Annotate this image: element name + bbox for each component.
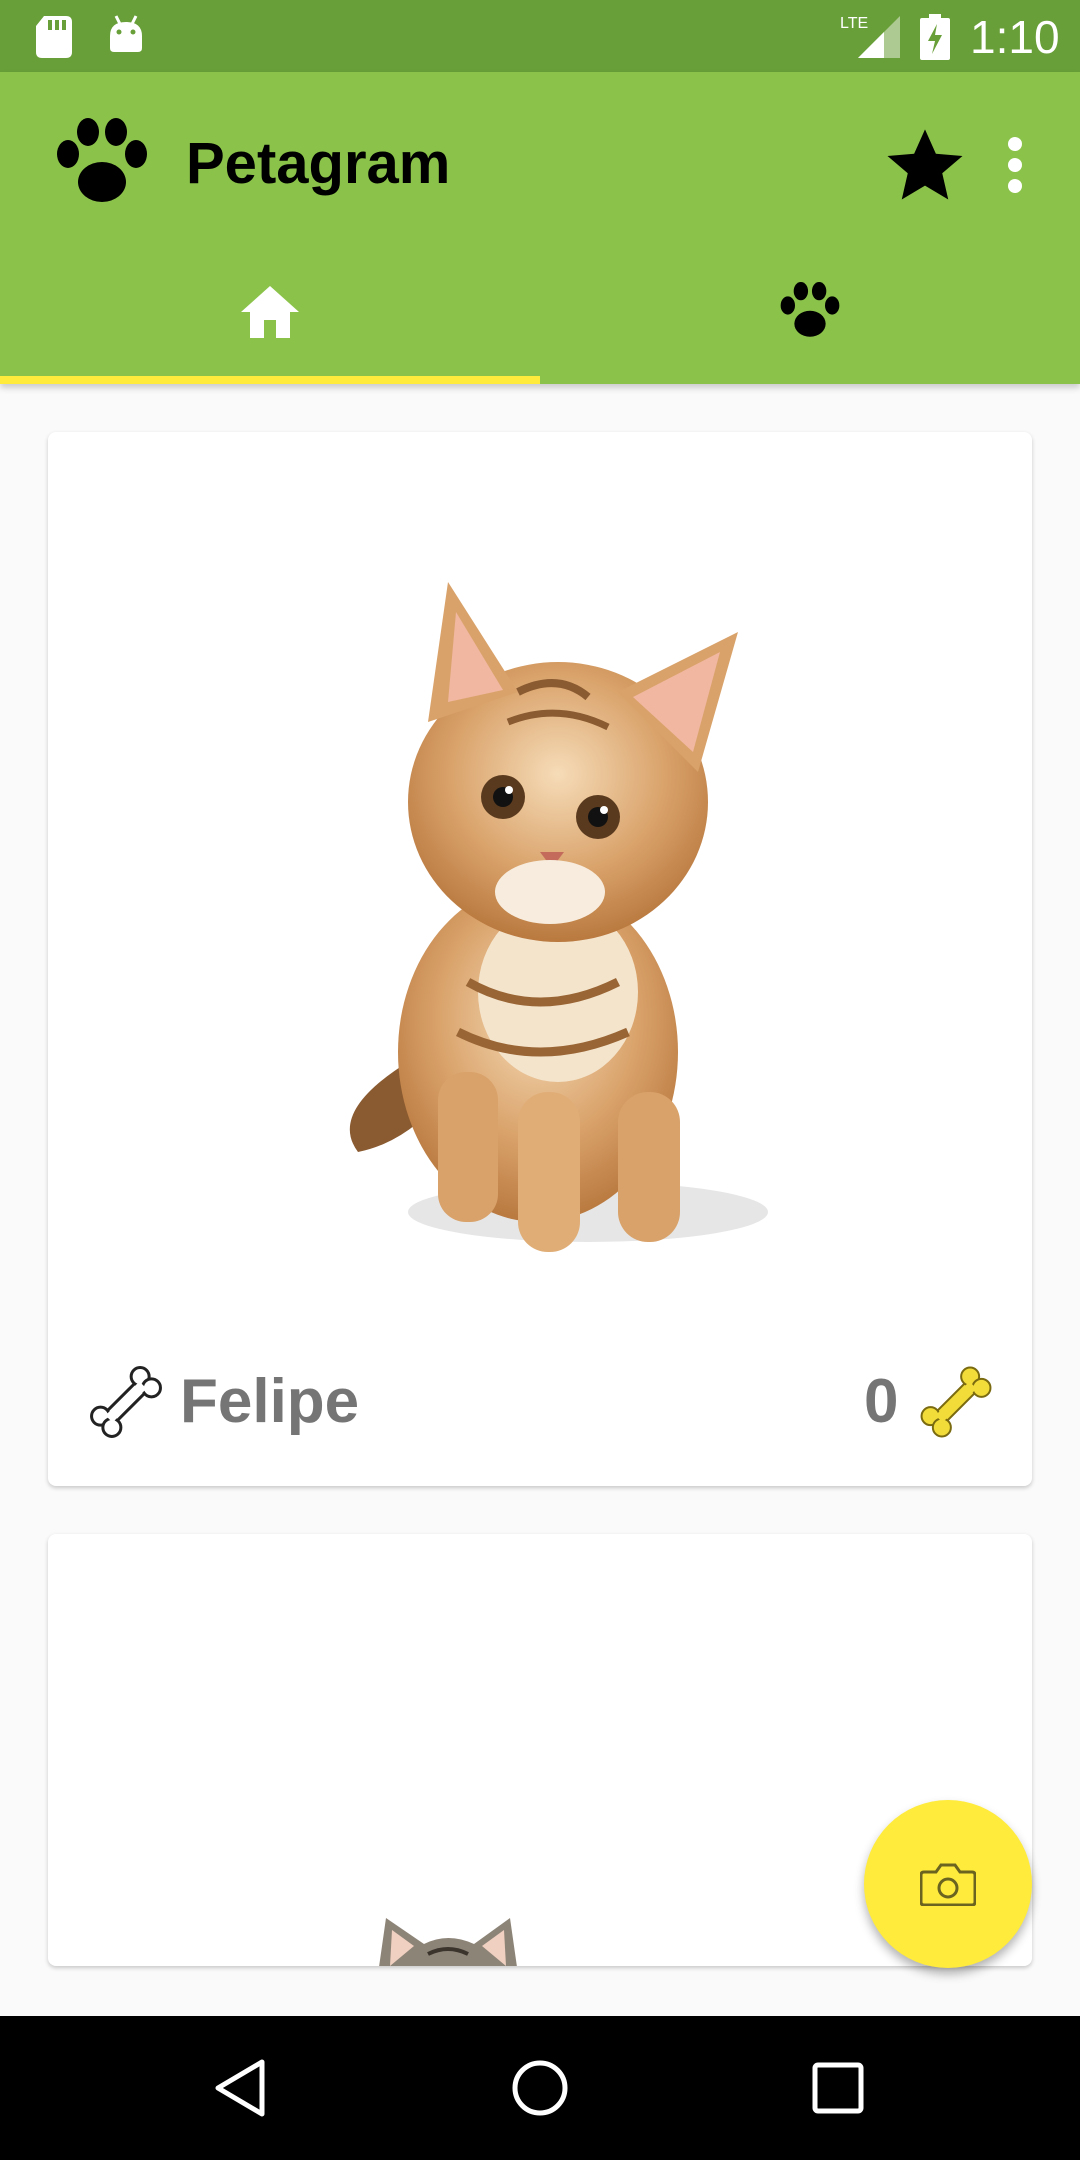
pet-card[interactable]: Felipe 0: [48, 432, 1032, 1486]
app-title: Petagram: [186, 131, 451, 196]
more-vert-icon: [1008, 137, 1022, 193]
battery-charging-icon: [920, 14, 950, 60]
tab-home[interactable]: [0, 240, 540, 384]
tab-indicator: [0, 376, 540, 384]
pet-photo: [379, 1918, 517, 1966]
like-button[interactable]: [84, 1360, 168, 1449]
card-footer: Felipe 0: [48, 1352, 1032, 1442]
app-bar: Petagram: [0, 72, 1080, 384]
sd-card-icon: [36, 16, 72, 58]
bone-outline-icon: [90, 1366, 162, 1438]
tab-pets[interactable]: [540, 240, 1080, 384]
camera-fab-button[interactable]: [864, 1800, 1032, 1968]
navigation-bar: [0, 2016, 1080, 2160]
star-icon: [887, 129, 963, 200]
pet-name: Felipe: [180, 1367, 360, 1436]
like-count: 0: [864, 1367, 899, 1436]
android-icon: [110, 15, 142, 52]
bone-gold-icon: [920, 1366, 992, 1438]
favorites-button[interactable]: [880, 120, 970, 210]
back-icon[interactable]: [210, 2058, 270, 2118]
signal-lte-icon: LTE: [840, 15, 900, 58]
pet-photo: [349, 582, 768, 1252]
status-bar: LTE 1:10: [0, 0, 1080, 72]
paw-icon: [780, 282, 840, 337]
recents-icon[interactable]: [812, 2062, 864, 2114]
svg-text:LTE: LTE: [840, 15, 868, 32]
home-nav-icon[interactable]: [510, 2058, 570, 2118]
paw-icon: [57, 118, 147, 202]
overflow-menu-button[interactable]: [990, 120, 1040, 210]
status-time: 1:10: [970, 11, 1060, 63]
home-icon: [241, 286, 299, 338]
camera-icon: [920, 1863, 976, 1906]
